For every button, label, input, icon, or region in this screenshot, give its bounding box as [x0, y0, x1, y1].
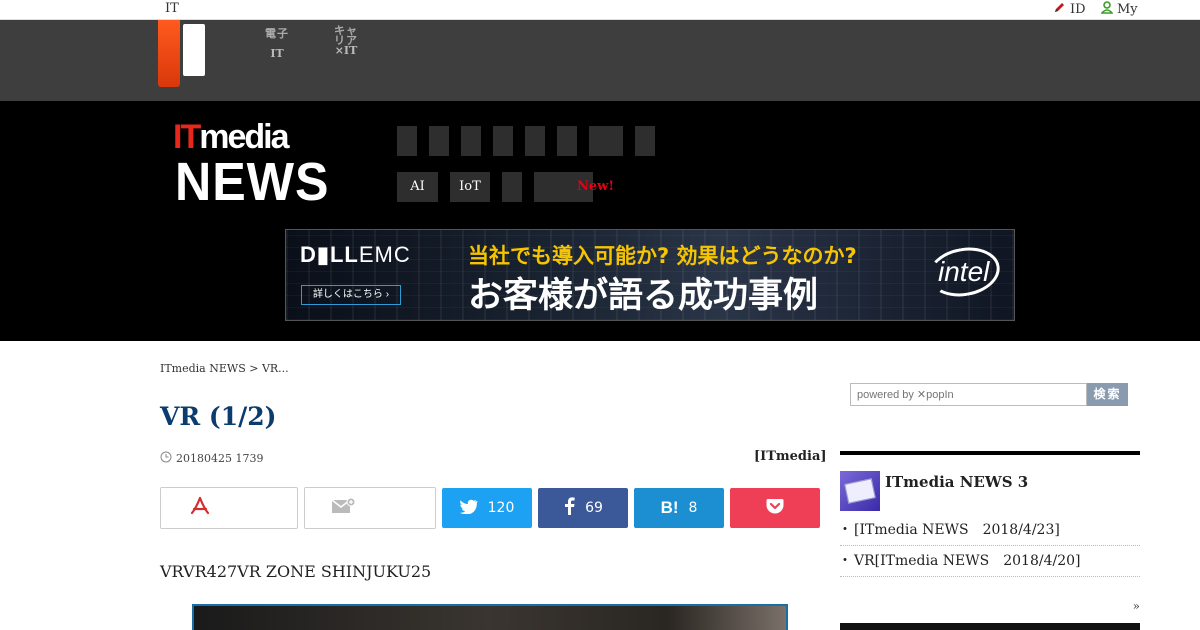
category-tab[interactable]: [525, 126, 545, 156]
list-item[interactable]: VR[ITmedia NEWS 2018/4/20]: [838, 546, 1140, 577]
ad-headline: 当社でも導入可能か? 効果はどうなのか?: [468, 244, 857, 268]
category-nav-row-2: AI IoT New!: [397, 172, 614, 202]
publish-date: 20180425 1739: [160, 451, 263, 466]
article-photo[interactable]: [192, 604, 788, 630]
newsletter-panel-title[interactable]: ITmedia NEWS 3: [885, 473, 1028, 491]
pencil-icon: [1053, 1, 1066, 18]
my-link[interactable]: My: [1100, 1, 1138, 18]
category-tab[interactable]: [461, 126, 481, 156]
global-nav-item-electronics[interactable]: 電子 IT: [262, 24, 292, 64]
pdf-button[interactable]: [160, 487, 298, 529]
search-input[interactable]: [850, 383, 1087, 406]
hatena-bookmark-count: 8: [688, 500, 698, 516]
global-nav-item-career[interactable]: キャリア ×IT: [330, 24, 362, 57]
logo-news-text: NEWS: [175, 152, 330, 212]
page-title: VR (1/2): [160, 402, 277, 431]
it-home-link[interactable]: IT: [165, 1, 179, 16]
clock-icon: [160, 451, 172, 466]
article-lead: VRVR427VR ZONE SHINJUKU25: [160, 562, 432, 581]
facebook-share-count: 69: [585, 500, 603, 516]
category-tab[interactable]: [502, 172, 522, 202]
pocket-icon: [766, 498, 784, 518]
pdf-icon: [189, 496, 211, 520]
global-nav-item-electronics-ja: 電子: [265, 27, 289, 40]
mail-icon: [840, 471, 880, 511]
search-button[interactable]: 検索: [1087, 383, 1128, 406]
intel-logo-text: intel: [938, 256, 990, 287]
article-source: [ITmedia]: [754, 449, 827, 464]
twitter-share-button[interactable]: 120: [442, 488, 532, 528]
newsletter-panel: ITmedia NEWS 3 [ITmedia NEWS 2018/4/23] …: [838, 451, 1140, 621]
id-link-label: ID: [1070, 2, 1086, 17]
itmedia-news-logo[interactable]: ITmedia NEWS: [173, 118, 333, 212]
category-tab[interactable]: [589, 126, 623, 156]
sidebar-next-panel: [840, 623, 1140, 630]
global-nav-band: [0, 20, 1200, 101]
itmedia-logo-mark[interactable]: [158, 20, 180, 87]
top-utility-bar: IT ID My: [0, 0, 1200, 20]
global-nav-item-electronics-label: IT: [270, 47, 284, 60]
list-item[interactable]: [ITmedia NEWS 2018/4/23]: [838, 515, 1140, 546]
new-badge: New!: [577, 179, 615, 194]
twitter-share-count: 120: [487, 500, 515, 516]
facebook-share-button[interactable]: 69: [538, 488, 628, 528]
user-icon: [1100, 1, 1114, 18]
my-link-label: My: [1117, 2, 1138, 17]
newsletter-list: [ITmedia NEWS 2018/4/23] VR[ITmedia NEWS…: [838, 515, 1140, 577]
hatena-bookmark-button[interactable]: B! 8: [634, 488, 724, 528]
mail-button[interactable]: [304, 487, 436, 529]
category-tab[interactable]: [429, 126, 449, 156]
pocket-button[interactable]: [730, 488, 820, 528]
category-tab[interactable]: [557, 126, 577, 156]
itmedia-logo-mark-secondary: [183, 24, 205, 76]
category-nav-row-1: [397, 126, 667, 156]
id-link[interactable]: ID: [1053, 1, 1086, 18]
logo-top-text: ITmedia: [173, 118, 289, 156]
mail-add-icon: [331, 497, 357, 519]
category-tab-ai[interactable]: AI: [397, 172, 438, 202]
category-tab-iot[interactable]: IoT: [450, 172, 490, 202]
ad-main-copy: お客様が語る成功事例: [468, 276, 819, 316]
twitter-icon: [459, 499, 478, 518]
category-tab[interactable]: [635, 126, 655, 156]
publish-date-text: 20180425 1739: [176, 452, 264, 465]
category-tab-new[interactable]: New!: [534, 172, 614, 202]
facebook-icon: [563, 497, 575, 519]
hatena-bookmark-icon: B!: [660, 498, 679, 517]
breadcrumb[interactable]: ITmedia NEWS > VR...: [160, 362, 289, 375]
ad-brand-logo: D▮LLEMC: [300, 242, 411, 267]
category-tab[interactable]: [397, 126, 417, 156]
global-nav-item-career-label: ×IT: [334, 44, 358, 57]
ad-more-button[interactable]: 詳しくはこちら ›: [301, 285, 401, 305]
more-link[interactable]: »: [1133, 599, 1140, 613]
banner-ad[interactable]: D▮LLEMC 詳しくはこちら › 当社でも導入可能か? 効果はどうなのか? お…: [285, 229, 1015, 321]
category-tab[interactable]: [493, 126, 513, 156]
global-nav-item-career-ja: キャリア: [334, 24, 358, 47]
